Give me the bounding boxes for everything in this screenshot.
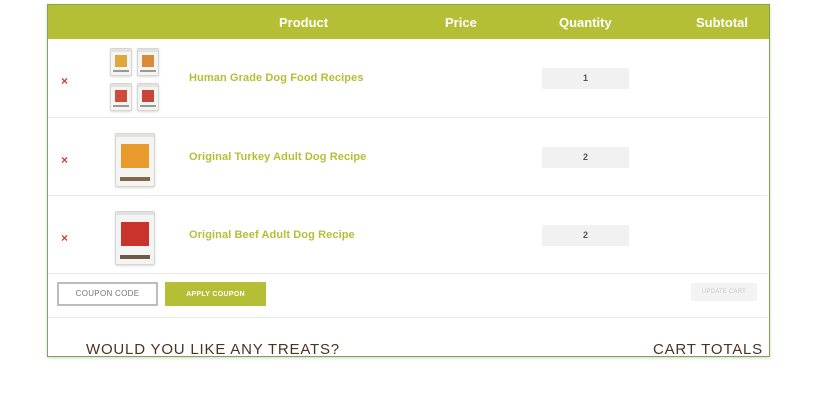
update-cart-button[interactable]: UPDATE CART — [691, 283, 757, 301]
product-name-link[interactable]: Original Turkey Adult Dog Recipe — [189, 151, 366, 163]
header-product: Product — [279, 15, 329, 30]
quantity-input[interactable]: 2 — [542, 225, 629, 246]
cart-row: × Original Beef Adult Dog Recipe 2 — [48, 196, 769, 274]
treats-heading: WOULD YOU LIKE ANY TREATS? — [86, 341, 340, 357]
quantity-input[interactable]: 2 — [542, 147, 629, 168]
remove-item-button[interactable]: × — [61, 75, 68, 87]
quantity-input[interactable]: 1 — [542, 68, 629, 89]
cart-frame: Product Price Quantity Subtotal × Human … — [47, 4, 770, 357]
cart-table-header: Product Price Quantity Subtotal — [48, 5, 769, 39]
cart-totals-heading: CART TOTALS — [653, 341, 763, 357]
product-name-link[interactable]: Original Beef Adult Dog Recipe — [189, 229, 355, 241]
remove-item-button[interactable]: × — [61, 232, 68, 244]
cart-row: × Human Grade Dog Food Recipes 1 — [48, 40, 769, 118]
product-thumbnail[interactable] — [115, 133, 155, 187]
header-quantity: Quantity — [559, 15, 612, 30]
section-divider — [48, 317, 769, 318]
product-thumbnail[interactable] — [110, 48, 160, 111]
header-subtotal: Subtotal — [696, 15, 748, 30]
remove-item-button[interactable]: × — [61, 154, 68, 166]
cart-row: × Original Turkey Adult Dog Recipe 2 — [48, 118, 769, 196]
header-price: Price — [445, 15, 477, 30]
apply-coupon-button[interactable]: APPLY COUPON — [165, 282, 266, 306]
coupon-code-input[interactable] — [57, 282, 158, 306]
product-thumbnail[interactable] — [115, 211, 155, 265]
product-name-link[interactable]: Human Grade Dog Food Recipes — [189, 72, 364, 84]
